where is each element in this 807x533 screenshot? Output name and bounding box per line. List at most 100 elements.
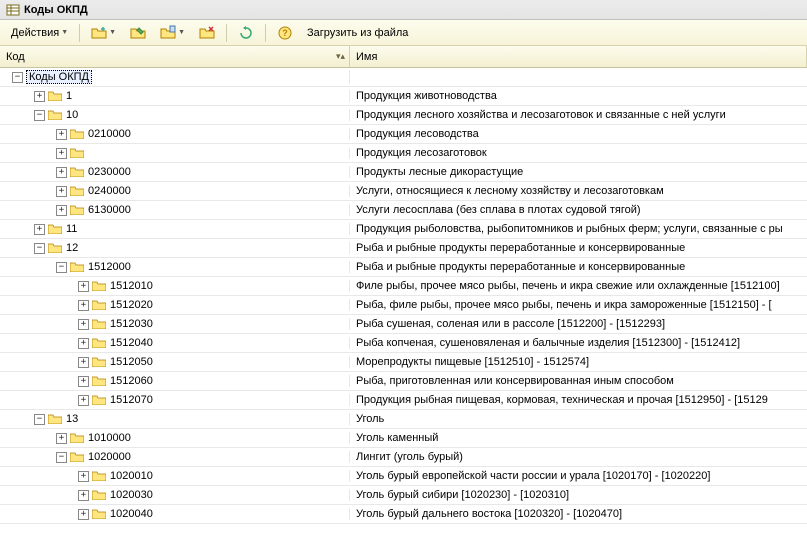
tree-row[interactable]: −13Уголь xyxy=(0,410,807,429)
folder-icon xyxy=(70,433,84,443)
expand-icon[interactable]: + xyxy=(56,205,67,216)
expand-icon[interactable]: + xyxy=(56,433,67,444)
tree-row[interactable]: +11Продукция рыболовства, рыбопитомников… xyxy=(0,220,807,239)
expand-icon[interactable]: + xyxy=(78,490,89,501)
tree-row[interactable]: +0210000Продукция лесоводства xyxy=(0,125,807,144)
expand-icon[interactable]: + xyxy=(78,300,89,311)
delete-button[interactable] xyxy=(194,23,220,43)
folder-icon xyxy=(92,300,106,310)
collapse-icon[interactable]: − xyxy=(56,452,67,463)
refresh-icon xyxy=(238,25,254,41)
tree-row[interactable]: +1512050Морепродукты пищевые [1512510] -… xyxy=(0,353,807,372)
help-button[interactable]: ? xyxy=(272,23,298,43)
name-cell: Продукция рыбная пищевая, кормовая, техн… xyxy=(350,394,807,406)
tree-row[interactable]: −1512000Рыба и рыбные продукты переработ… xyxy=(0,258,807,277)
folder-icon xyxy=(92,376,106,386)
name-cell: Услуги лесосплава (без сплава в плотах с… xyxy=(350,204,807,216)
code-text: 13 xyxy=(66,413,78,425)
tree-row[interactable]: +0230000Продукты лесные дикорастущие xyxy=(0,163,807,182)
code-text: 12 xyxy=(66,242,78,254)
expand-icon[interactable]: + xyxy=(78,357,89,368)
code-cell: +1512060 xyxy=(0,375,350,387)
folder-icon xyxy=(48,224,62,234)
tree-row[interactable]: +1512020Рыба, филе рыбы, прочее мясо рыб… xyxy=(0,296,807,315)
tree-row[interactable]: +1Продукция животноводства xyxy=(0,87,807,106)
tree-row[interactable]: +1512070Продукция рыбная пищевая, кормов… xyxy=(0,391,807,410)
window-icon xyxy=(6,3,20,17)
code-text: Коды ОКПД xyxy=(26,70,92,84)
folder-icon xyxy=(92,281,106,291)
expand-icon[interactable]: + xyxy=(56,186,67,197)
add-folder-icon xyxy=(91,25,107,41)
folder-icon xyxy=(92,509,106,519)
expand-icon[interactable]: + xyxy=(78,509,89,520)
expand-icon[interactable]: + xyxy=(78,281,89,292)
actions-menu-button[interactable]: Действия ▼ xyxy=(6,23,73,43)
code-cell: +1 xyxy=(0,90,350,102)
folder-icon xyxy=(92,319,106,329)
expand-icon[interactable]: + xyxy=(78,376,89,387)
collapse-icon[interactable]: − xyxy=(34,243,45,254)
tree-row[interactable]: +0240000 Услуги, относящиеся к лесному хо… xyxy=(0,182,807,201)
toolbar-separator xyxy=(79,24,80,42)
folder-icon xyxy=(92,357,106,367)
folder-icon xyxy=(48,110,62,120)
code-cell: +1020040 xyxy=(0,508,350,520)
code-cell: +1512030 xyxy=(0,318,350,330)
load-from-file-button[interactable]: Загрузить из файла xyxy=(302,23,413,43)
code-cell: +1512050 xyxy=(0,356,350,368)
collapse-icon[interactable]: − xyxy=(34,414,45,425)
toolbar-separator xyxy=(226,24,227,42)
code-cell: +1512040 xyxy=(0,337,350,349)
tree-view[interactable]: −Коды ОКПД+1Продукция животноводства−10П… xyxy=(0,68,807,524)
expand-icon[interactable]: + xyxy=(56,129,67,140)
code-cell: +1020030 xyxy=(0,489,350,501)
add-folder-button[interactable]: ▼ xyxy=(86,23,121,43)
tree-row[interactable]: +6130000Услуги лесосплава (без сплава в … xyxy=(0,201,807,220)
tree-row[interactable]: +1512040Рыба копченая, сушеновяленая и б… xyxy=(0,334,807,353)
tree-row[interactable]: −10Продукция лесного хозяйства и лесозаг… xyxy=(0,106,807,125)
expand-icon[interactable]: + xyxy=(78,338,89,349)
code-cell: +0210000 xyxy=(0,128,350,140)
expand-icon[interactable]: + xyxy=(78,395,89,406)
tree-row[interactable]: +Продукция лесозаготовок xyxy=(0,144,807,163)
expand-icon[interactable]: + xyxy=(34,91,45,102)
expand-icon[interactable]: + xyxy=(78,471,89,482)
load-label: Загрузить из файла xyxy=(307,27,408,39)
code-text: 0240000 xyxy=(88,185,131,197)
tree-row[interactable]: −Коды ОКПД xyxy=(0,68,807,87)
tree-row[interactable]: +1010000Уголь каменный xyxy=(0,429,807,448)
expand-icon[interactable]: + xyxy=(78,319,89,330)
expand-icon[interactable]: + xyxy=(56,167,67,178)
dropdown-icon: ▼ xyxy=(178,29,185,36)
copy-button[interactable]: ▼ xyxy=(155,23,190,43)
folder-icon xyxy=(70,205,84,215)
collapse-icon[interactable]: − xyxy=(12,72,23,83)
code-cell: +6130000 xyxy=(0,204,350,216)
refresh-button[interactable] xyxy=(233,23,259,43)
window-title: Коды ОКПД xyxy=(24,4,88,16)
name-cell: Филе рыбы, прочее мясо рыбы, печень и ик… xyxy=(350,280,807,292)
code-text: 1020030 xyxy=(110,489,153,501)
code-cell: +1020010 xyxy=(0,470,350,482)
name-cell: Услуги, относящиеся к лесному хозяйству … xyxy=(350,185,807,197)
tree-row[interactable]: +1020030Уголь бурый сибири [1020230] - [… xyxy=(0,486,807,505)
tree-row[interactable]: +1020010Уголь бурый европейской части ро… xyxy=(0,467,807,486)
collapse-icon[interactable]: − xyxy=(34,110,45,121)
name-cell: Продукция животноводства xyxy=(350,90,807,102)
code-text: 1010000 xyxy=(88,432,131,444)
expand-icon[interactable]: + xyxy=(34,224,45,235)
column-header-name[interactable]: Имя xyxy=(350,46,807,67)
name-cell: Рыба, приготовленная или консервированна… xyxy=(350,375,807,387)
tree-row[interactable]: +1512030Рыба сушеная, соленая или в расс… xyxy=(0,315,807,334)
collapse-icon[interactable]: − xyxy=(56,262,67,273)
expand-icon[interactable]: + xyxy=(56,148,67,159)
column-header-code[interactable]: Код ▾▴ xyxy=(0,46,350,67)
edit-button[interactable] xyxy=(125,23,151,43)
tree-row[interactable]: +1512060Рыба, приготовленная или консерв… xyxy=(0,372,807,391)
tree-row[interactable]: −1020000Лингит (уголь бурый) xyxy=(0,448,807,467)
tree-row[interactable]: +1512010Филе рыбы, прочее мясо рыбы, печ… xyxy=(0,277,807,296)
tree-row[interactable]: +1020040Уголь бурый дальнего востока [10… xyxy=(0,505,807,524)
edit-icon xyxy=(130,25,146,41)
tree-row[interactable]: −12Рыба и рыбные продукты переработанные… xyxy=(0,239,807,258)
